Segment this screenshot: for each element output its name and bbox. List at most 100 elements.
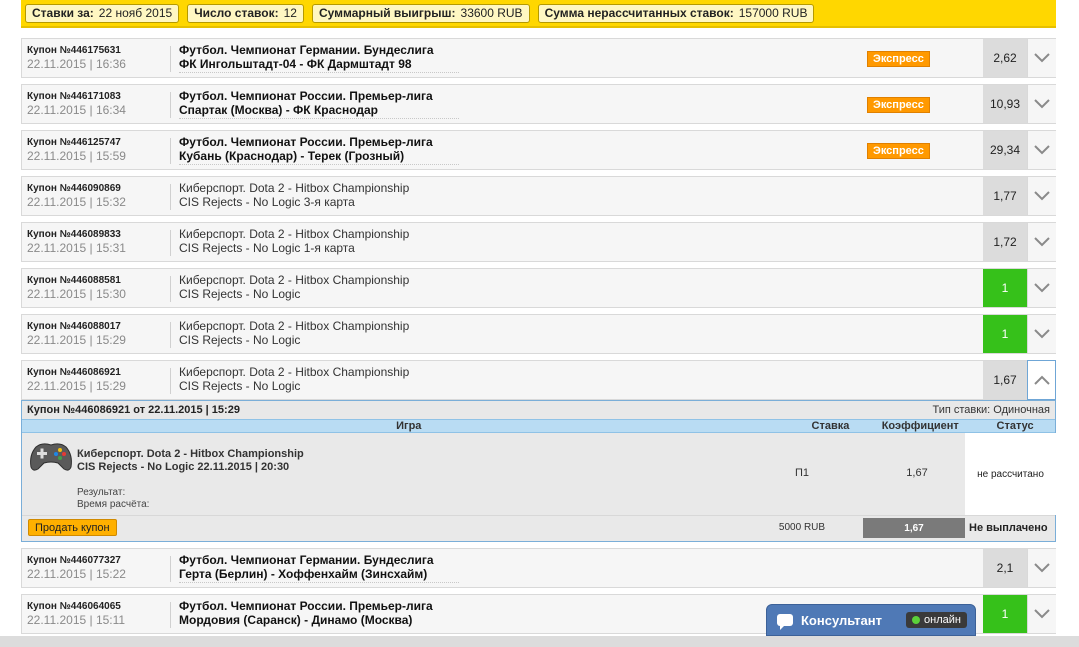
event-league: Футбол. Чемпионат Германии. Бундеслига (179, 553, 434, 567)
coupon-row[interactable]: Купон №446090869 22.11.2015 | 15:32 Кибе… (21, 176, 1056, 216)
coupon-row[interactable]: Купон №446089833 22.11.2015 | 15:31 Кибе… (21, 222, 1056, 262)
divider (170, 138, 171, 164)
divider (170, 602, 171, 628)
detail-game: Киберспорт. Dota 2 - Hitbox Championship… (77, 448, 304, 474)
coupon-id: Купон №446077327 (27, 555, 121, 566)
result-label: Результат: (77, 487, 126, 498)
coupon-id: Купон №446088017 (27, 321, 121, 332)
event-match: Спартак (Москва) - ФК Краснодар (179, 103, 378, 117)
coupon-row[interactable]: Купон №446088017 22.11.2015 | 15:29 Кибе… (21, 314, 1056, 354)
coupon-event: Футбол. Чемпионат России. Премьер-лига С… (179, 89, 433, 117)
bets-count: Число ставок: 12 (187, 3, 304, 23)
gamepad-icon (30, 443, 72, 471)
event-league: Футбол. Чемпионат России. Премьер-лига (179, 89, 433, 103)
divider (170, 230, 171, 256)
coupon-date: 22.11.2015 | 15:22 (27, 567, 126, 581)
expand-button[interactable] (1027, 269, 1056, 307)
detail-header: Купон №446086921 от 22.11.2015 | 15:29 Т… (22, 401, 1055, 419)
coupon-odds: 29,34 (983, 131, 1027, 169)
coupon-date: 22.11.2015 | 15:29 (27, 379, 126, 393)
coupon-row[interactable]: Купон №446125747 22.11.2015 | 15:59 Футб… (21, 130, 1056, 170)
chevron-down-icon (1034, 191, 1050, 201)
bets-summary-bar: Ставки за: 22 нояб 2015 Число ставок: 12… (21, 0, 1056, 28)
event-match: Мордовия (Саранск) - Динамо (Москва) (179, 613, 413, 627)
coupon-row[interactable]: Купон №446175631 22.11.2015 | 16:36 Футб… (21, 38, 1056, 78)
coupon-date: 22.11.2015 | 15:31 (27, 241, 126, 255)
online-dot-icon (912, 616, 921, 624)
expand-button[interactable] (1027, 85, 1056, 123)
coupon-row[interactable]: Купон №446077327 22.11.2015 | 15:22 Футб… (21, 548, 1056, 588)
total-coefficient: 1,67 (863, 518, 965, 538)
calc-time-label: Время расчёта: (77, 499, 150, 510)
expand-button[interactable] (1027, 131, 1056, 169)
coupon-id: Купон №446088581 (27, 275, 121, 286)
online-status-label: онлайн (924, 614, 961, 626)
detail-footer: Продать купон 5000 RUB 1,67 Не выплачено (22, 515, 1055, 541)
divider (170, 184, 171, 210)
event-league: Киберспорт. Dota 2 - Hitbox Championship (179, 273, 410, 287)
expand-button[interactable] (1027, 177, 1056, 215)
divider (170, 92, 171, 118)
event-league: Футбол. Чемпионат России. Премьер-лига (179, 599, 433, 613)
event-match: CIS Rejects - No Logic 3-я карта (179, 195, 355, 209)
coupon-event: Киберспорт. Dota 2 - Hitbox Championship… (179, 319, 409, 347)
chevron-down-icon (1034, 563, 1050, 573)
event-league: Футбол. Чемпионат России. Премьер-лига (179, 135, 433, 149)
chevron-up-icon (1033, 375, 1050, 385)
coupon-odds: 1,77 (983, 177, 1027, 215)
total-win-value: 33600 RUB (460, 6, 523, 20)
detail-status: не рассчитано (965, 433, 1056, 515)
horizontal-scrollbar[interactable] (0, 636, 1079, 647)
bet-type: Тип ставки: Одиночная (932, 404, 1050, 416)
chat-bubble-icon (777, 614, 793, 630)
coupon-row[interactable]: Купон №446088581 22.11.2015 | 15:30 Кибе… (21, 268, 1056, 308)
event-match: ФК Ингольштадт-04 - ФК Дармштадт 98 (179, 57, 412, 71)
divider (170, 322, 171, 348)
collapse-button[interactable] (1027, 360, 1056, 400)
coupon-event: Футбол. Чемпионат Германии. Бундеслига Ф… (179, 43, 434, 71)
expand-button[interactable] (1027, 223, 1056, 261)
event-league: Футбол. Чемпионат Германии. Бундеслига (179, 43, 434, 57)
express-badge: Экспресс (867, 143, 930, 159)
coupon-date: 22.11.2015 | 16:36 (27, 57, 126, 71)
coupon-event: Киберспорт. Dota 2 - Hitbox Championship… (179, 365, 409, 393)
coupon-row-expanded[interactable]: Купон №446086921 22.11.2015 | 15:29 Кибе… (21, 360, 1056, 400)
unsettled-total: Сумма нерассчитанных ставок: 157000 RUB (537, 3, 815, 23)
col-status: Статус (996, 420, 1034, 432)
expand-button[interactable] (1027, 315, 1056, 353)
coupon-date: 22.11.2015 | 16:34 (27, 103, 126, 117)
coupon-event: Киберспорт. Dota 2 - Hitbox Championship… (179, 227, 409, 255)
stake-amount: 5000 RUB (778, 522, 826, 533)
bets-date-filter[interactable]: Ставки за: 22 нояб 2015 (25, 3, 180, 23)
divider (170, 46, 171, 72)
total-win-label: Суммарный выигрыш: (318, 6, 456, 20)
chevron-down-icon (1034, 609, 1050, 619)
coupon-date: 22.11.2015 | 15:59 (27, 149, 126, 163)
coupon-date: 22.11.2015 | 15:29 (27, 333, 126, 347)
coupon-event: Киберспорт. Dota 2 - Hitbox Championship… (179, 273, 409, 301)
col-stake: Ставка (811, 420, 850, 432)
detail-bet: П1 (794, 467, 810, 479)
coupon-date: 22.11.2015 | 15:11 (27, 613, 126, 627)
consultant-chat-button[interactable]: Консультант онлайн (766, 604, 976, 636)
event-league: Киберспорт. Dota 2 - Hitbox Championship (179, 227, 410, 241)
consultant-label: Консультант (801, 612, 882, 628)
coupon-row[interactable]: Купон №446171083 22.11.2015 | 16:34 Футб… (21, 84, 1056, 124)
coupon-date: 22.11.2015 | 15:32 (27, 195, 126, 209)
bets-count-label: Число ставок: (194, 6, 279, 20)
expand-button[interactable] (1027, 595, 1056, 633)
coupon-event: Футбол. Чемпионат Германии. Бундеслига Г… (179, 553, 434, 581)
coupon-id: Купон №446125747 (27, 137, 121, 148)
detail-title: Купон №446086921 от 22.11.2015 | 15:29 (27, 404, 240, 416)
bets-date-value: 22 нояб 2015 (98, 6, 173, 20)
coupon-odds: 10,93 (983, 85, 1027, 123)
coupon-id: Купон №446175631 (27, 45, 121, 56)
detail-game-match: CIS Rejects - No Logic 22.11.2015 | 20:3… (77, 461, 290, 473)
sell-coupon-button[interactable]: Продать купон (28, 519, 117, 536)
detail-coefficient: 1,67 (906, 467, 928, 479)
event-league: Киберспорт. Dota 2 - Hitbox Championship (179, 319, 410, 333)
expand-button[interactable] (1027, 39, 1056, 77)
expand-button[interactable] (1027, 549, 1056, 587)
coupon-list: Купон №446175631 22.11.2015 | 16:36 Футб… (21, 38, 1056, 640)
divider (170, 368, 171, 394)
